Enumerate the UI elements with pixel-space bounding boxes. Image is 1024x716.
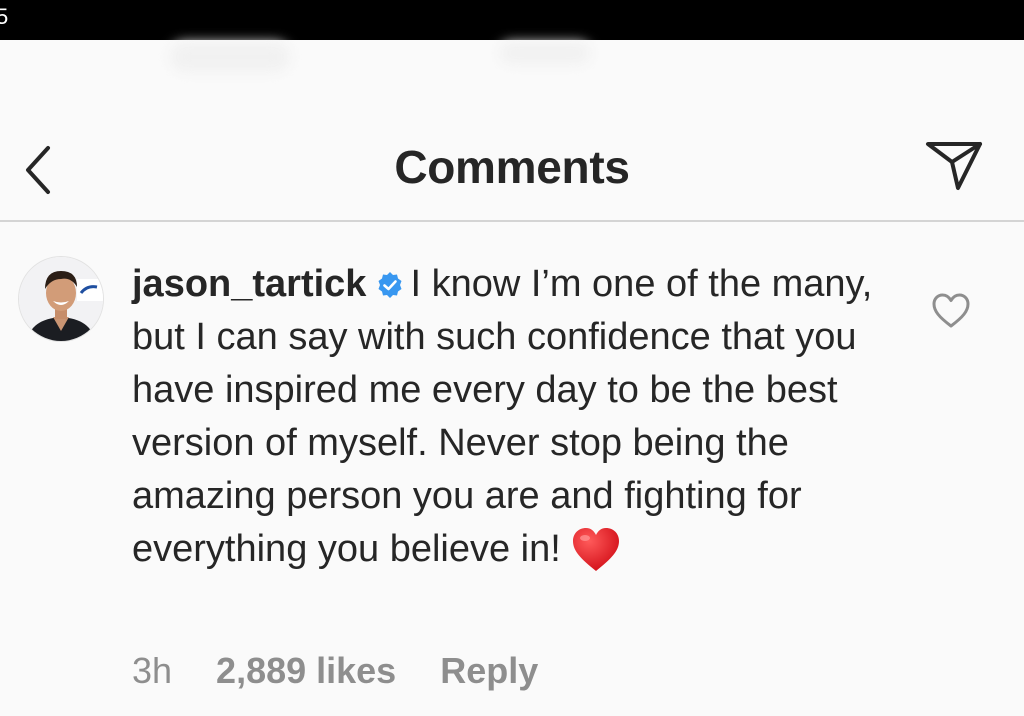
- blurred-top-area: [0, 40, 1024, 110]
- comment-username[interactable]: jason_tartick: [132, 263, 366, 305]
- share-button[interactable]: [918, 130, 988, 200]
- reply-button[interactable]: Reply: [440, 650, 538, 691]
- avatar[interactable]: [18, 256, 104, 342]
- comment-body: jason_tartick I know I’m one of the many…: [132, 258, 892, 576]
- status-bar: 5: [0, 0, 1024, 40]
- comment-likes[interactable]: 2,889 likes: [216, 650, 396, 691]
- status-bar-text: 5: [0, 4, 9, 29]
- comment-text: I know I’m one of the many, but I can sa…: [132, 263, 873, 570]
- comments-header: Comments: [0, 110, 1024, 222]
- comment-meta: 3h 2,889 likes Reply: [132, 646, 582, 696]
- comment-item: jason_tartick I know I’m one of the many…: [0, 222, 1024, 716]
- profile-photo: [19, 257, 103, 341]
- red-heart-emoji-icon: [571, 527, 621, 573]
- verified-badge-icon: [376, 261, 404, 298]
- like-comment-button[interactable]: [930, 290, 972, 332]
- page-title: Comments: [394, 141, 630, 193]
- comment-time: 3h: [132, 650, 173, 691]
- heart-outline-icon: [932, 293, 970, 328]
- direct-send-icon: [926, 142, 982, 190]
